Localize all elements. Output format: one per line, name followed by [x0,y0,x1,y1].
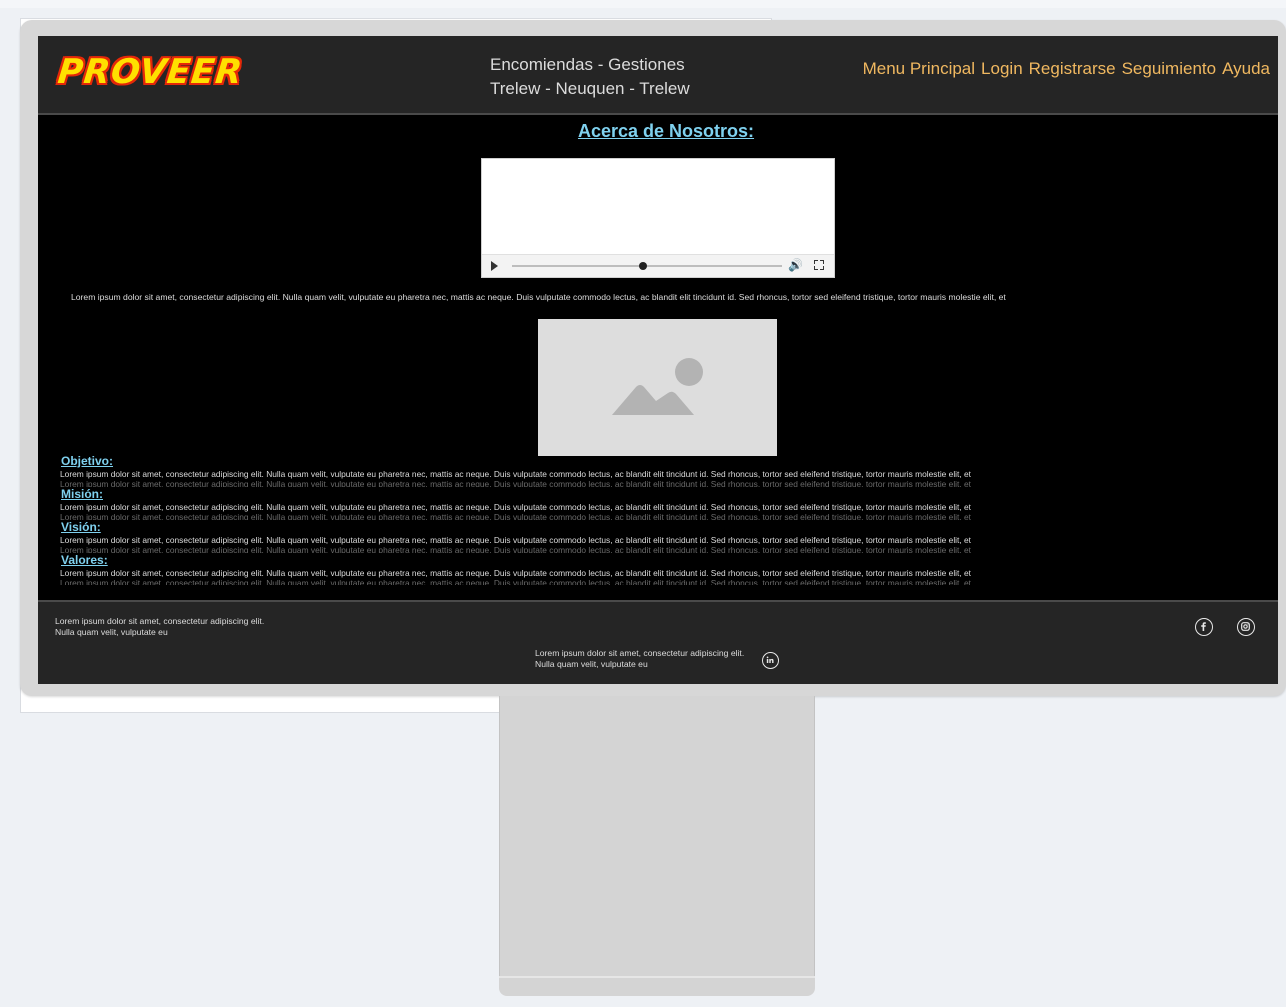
nav-seguimiento[interactable]: Seguimiento [1122,59,1217,79]
section-objetivo: Objetivo: Lorem ipsum dolor sit amet, co… [60,454,1240,487]
section-vision: Visión: Lorem ipsum dolor sit amet, cons… [60,520,1240,553]
instagram-icon[interactable] [1237,618,1255,636]
monitor-stand-base [499,976,815,996]
section-text: Lorem ipsum dolor sit amet, consectetur … [60,568,972,578]
section-title: Misión: [61,487,103,501]
section-text-overflow: Lorem ipsum dolor sit amet, consectetur … [60,479,972,487]
section-title: Objetivo: [61,454,114,468]
top-strip [0,0,1286,8]
header-tagline: Encomiendas - Gestiones Trelew - Neuquen… [490,53,710,101]
site-logo[interactable]: PROVEER [56,52,245,92]
section-text: Lorem ipsum dolor sit amet, consectetur … [60,469,972,479]
video-controls: 🔊 [482,254,834,277]
monitor-screen: PROVEER Encomiendas - Gestiones Trelew -… [38,36,1278,684]
footer-left-text: Lorem ipsum dolor sit amet, consectetur … [55,616,265,637]
section-text-overflow: Lorem ipsum dolor sit amet, consectetur … [60,512,972,520]
main-nav: Menu Principal Login Registrarse Seguimi… [863,59,1270,79]
site-header: PROVEER Encomiendas - Gestiones Trelew -… [38,36,1278,115]
footer-center-text: Lorem ipsum dolor sit amet, consectetur … [535,648,745,669]
section-text-overflow: Lorem ipsum dolor sit amet, consectetur … [60,545,972,553]
section-text-overflow: Lorem ipsum dolor sit amet, consectetur … [60,578,972,585]
seek-handle[interactable] [639,262,647,270]
section-valores: Valores: Lorem ipsum dolor sit amet, con… [60,553,1240,585]
section-title: Valores: [61,553,108,567]
image-placeholder [538,319,777,456]
section-mision: Misión: Lorem ipsum dolor sit amet, cons… [60,487,1240,520]
volume-icon[interactable]: 🔊 [788,258,803,272]
intro-paragraph: Lorem ipsum dolor sit amet, consectetur … [71,292,1006,302]
section-text: Lorem ipsum dolor sit amet, consectetur … [60,535,972,545]
image-icon [612,358,703,415]
site-footer: Lorem ipsum dolor sit amet, consectetur … [38,600,1278,684]
nav-menu-principal[interactable]: Menu Principal [863,59,975,79]
section-text: Lorem ipsum dolor sit amet, consectetur … [60,502,972,512]
nav-ayuda[interactable]: Ayuda [1222,59,1270,79]
tagline-line-1: Encomiendas - Gestiones [490,55,685,74]
nav-login[interactable]: Login [981,59,1023,79]
page-title: Acerca de Nosotros: [577,121,755,141]
play-icon[interactable] [491,261,498,271]
facebook-icon[interactable] [1195,618,1213,636]
linkedin-icon[interactable] [762,652,779,669]
fullscreen-icon[interactable] [814,260,824,270]
nav-registrarse[interactable]: Registrarse [1029,59,1116,79]
video-player[interactable]: 🔊 [481,158,835,278]
monitor-stand [499,696,815,976]
about-sections: Objetivo: Lorem ipsum dolor sit amet, co… [60,454,1240,585]
video-seek-bar[interactable] [512,265,782,267]
tagline-line-2: Trelew - Neuquen - Trelew [490,79,690,98]
section-title: Visión: [61,520,101,534]
